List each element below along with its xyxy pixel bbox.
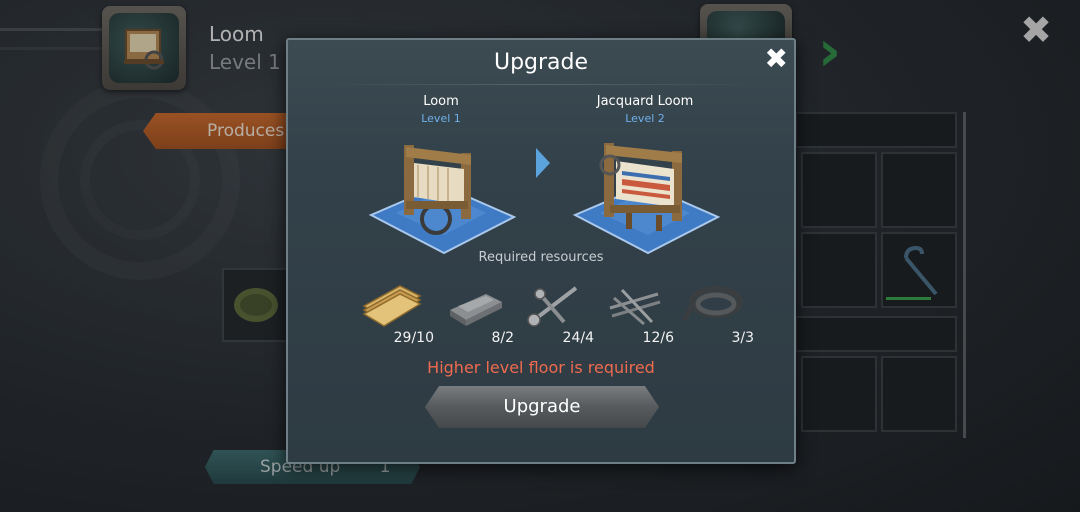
resource-item: 3/3	[670, 280, 766, 350]
next-building-name: Jacquard Loom	[596, 94, 694, 109]
current-building-level: Level 1	[421, 112, 461, 125]
required-resources-label: Required resources	[478, 250, 604, 265]
next-building: Jacquard Loom Level 2	[565, 94, 725, 255]
planks-icon	[362, 285, 422, 327]
dialog-close-icon[interactable]: ✖	[765, 42, 788, 75]
screws-icon	[527, 286, 578, 327]
upgrade-dialog: Upgrade ✖ Loom Level 1 Jacquard Loom Lev…	[286, 38, 796, 464]
hose-icon	[681, 286, 743, 322]
requirement-warning: Higher level floor is required	[427, 358, 655, 377]
upgrade-arrow-icon	[536, 148, 550, 178]
jacquard-loom-image	[570, 135, 721, 255]
loom-image	[366, 135, 517, 255]
planks-count: 29/10	[393, 330, 434, 346]
upgrade-button[interactable]: Upgrade	[425, 386, 659, 428]
metal-ingot-icon	[450, 294, 502, 326]
current-building: Loom Level 1	[361, 94, 521, 255]
hose-count: 3/3	[731, 330, 754, 346]
title-divider	[324, 84, 758, 85]
current-building-name: Loom	[423, 94, 459, 109]
upgrade-button-label: Upgrade	[503, 396, 581, 417]
dialog-title: Upgrade	[493, 50, 589, 75]
next-building-level: Level 2	[625, 112, 665, 125]
nails-icon	[609, 288, 661, 326]
